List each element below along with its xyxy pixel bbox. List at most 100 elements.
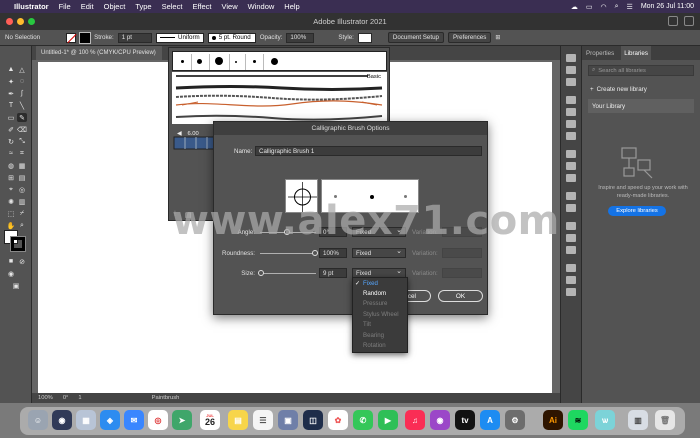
maps-icon[interactable]: ➤ [172, 410, 192, 430]
menu-object[interactable]: Object [104, 2, 126, 11]
battery-icon[interactable]: ▭ [586, 3, 593, 11]
system-preferences-icon[interactable]: ⚙ [505, 410, 525, 430]
option-random[interactable]: Random [353, 288, 407, 298]
variable-width-profile[interactable]: Uniform [155, 32, 204, 43]
explore-libraries-button[interactable]: Explore libraries [608, 206, 666, 216]
brush-tip-4[interactable] [235, 61, 237, 63]
calendar-icon[interactable]: JUL 26 [200, 410, 220, 430]
align-panel-icon[interactable] [566, 234, 576, 242]
spotify-icon[interactable]: ≋ [568, 410, 588, 430]
swatches-panel-icon[interactable] [566, 108, 576, 116]
style-swatch[interactable] [357, 32, 372, 43]
eyedropper-icon[interactable]: ⌖ [6, 185, 16, 194]
pathfinder-panel-icon[interactable] [566, 246, 576, 254]
brushes-panel-icon[interactable] [566, 120, 576, 128]
paintbrush-tool-icon[interactable]: ✎ [17, 113, 27, 122]
zoom-tool-icon[interactable]: ⌕ [17, 221, 27, 230]
zoom-icon[interactable] [28, 18, 35, 25]
stroke-weight-field[interactable]: 1 pt [117, 32, 152, 43]
gradient-panel-icon[interactable] [566, 162, 576, 170]
menu-file[interactable]: File [59, 2, 71, 11]
magic-wand-icon[interactable]: ✦ [6, 77, 16, 86]
apple-tv-icon[interactable]: tv [455, 410, 475, 430]
slice-tool-icon[interactable]: ⌿ [17, 209, 27, 218]
brush-tip-1[interactable] [181, 60, 184, 63]
music-icon[interactable]: ♫ [405, 410, 425, 430]
app-menu[interactable]: Illustrator [14, 2, 49, 11]
curvature-tool-icon[interactable]: ∫ [17, 89, 27, 98]
wunderlist-icon[interactable]: ѡ [595, 410, 615, 430]
launchpad-icon[interactable]: ▦ [76, 410, 96, 430]
selection-tool-icon[interactable]: ▲ [6, 65, 16, 74]
create-library-button[interactable]: + Create new library [590, 86, 700, 93]
mail-icon[interactable]: ✉ [124, 410, 144, 430]
brush-tip-6[interactable] [271, 58, 278, 65]
transform-panel-icon[interactable] [566, 222, 576, 230]
draw-mode-icon[interactable]: ◉ [6, 269, 16, 278]
color-mode-icon[interactable]: ■ [6, 257, 16, 266]
blend-tool-icon[interactable]: ◎ [17, 185, 27, 194]
app-store-icon[interactable]: A [480, 410, 500, 430]
size-slider[interactable] [260, 273, 316, 274]
safari-icon[interactable]: ◈ [100, 410, 120, 430]
menu-window[interactable]: Window [248, 2, 275, 11]
stroke-swatch[interactable] [79, 31, 92, 44]
roundness-slider-knob[interactable] [312, 250, 318, 256]
roundness-slider[interactable] [260, 253, 316, 254]
mesh-tool-icon[interactable]: ⊞ [6, 173, 16, 182]
brush-definition[interactable]: 5 pt. Round [207, 32, 256, 43]
artboard-number[interactable]: 1 [78, 395, 81, 401]
line-tool-icon[interactable]: ╲ [17, 101, 27, 110]
brush-tip-2[interactable] [197, 59, 202, 64]
option-fixed[interactable]: Fixed [353, 278, 407, 288]
pen-tool-icon[interactable]: ✒ [6, 89, 16, 98]
preferences-button[interactable]: Preferences [447, 32, 492, 43]
your-library-item[interactable]: Your Library [588, 99, 694, 113]
messages-icon[interactable]: ✆ [353, 410, 373, 430]
screen-mode-icon[interactable]: ▣ [11, 281, 21, 290]
none-color-icon[interactable]: ⊘ [17, 257, 27, 266]
menu-select[interactable]: Select [162, 2, 183, 11]
search-icon[interactable]: ⌕ [615, 3, 619, 11]
library-search-input[interactable]: ⌕ Search all libraries [588, 65, 694, 76]
share-icon[interactable] [668, 16, 678, 26]
opacity-field[interactable]: 100% [286, 32, 315, 43]
hand-tool-icon[interactable]: ✋ [6, 221, 16, 230]
ok-button[interactable]: OK [438, 290, 483, 302]
properties-panel-icon[interactable] [566, 54, 576, 62]
perspective-grid-icon[interactable]: ▦ [17, 161, 27, 170]
arrange-icon[interactable]: ⊞ [495, 34, 500, 41]
lasso-icon[interactable]: ◌ [17, 77, 27, 86]
roundness-mode-select[interactable]: Fixed [352, 247, 406, 258]
transparency-panel-icon[interactable] [566, 174, 576, 182]
gradient-tool-icon[interactable]: ▤ [17, 173, 27, 182]
photos-icon[interactable]: ✿ [328, 410, 348, 430]
menu-help[interactable]: Help [284, 2, 299, 11]
artboard-tool-icon[interactable]: ⬚ [6, 209, 16, 218]
libraries-panel-icon[interactable] [566, 78, 576, 86]
menu-view[interactable]: View [221, 2, 237, 11]
photo-booth-icon[interactable]: ▣ [278, 410, 298, 430]
brush-tip-3[interactable] [215, 57, 223, 65]
trash-icon[interactable]: 🗑 [655, 410, 675, 430]
wifi-icon[interactable]: ◠ [601, 3, 607, 11]
opentype-panel-icon[interactable] [566, 288, 576, 296]
siri-icon[interactable]: ◉ [52, 410, 72, 430]
tab-libraries[interactable]: Libraries [621, 46, 651, 60]
appearance-panel-icon[interactable] [566, 192, 576, 200]
graph-tool-icon[interactable]: ▥ [17, 197, 27, 206]
symbols-panel-icon[interactable] [566, 132, 576, 140]
layers-panel-icon[interactable] [566, 66, 576, 74]
zoom-level[interactable]: 100% [38, 395, 53, 401]
stroke-color-icon[interactable] [10, 236, 26, 252]
type-tool-icon[interactable]: T [6, 101, 16, 110]
control-center-icon[interactable]: ☰ [627, 3, 633, 11]
preview-icon[interactable]: ◫ [303, 410, 323, 430]
rectangle-tool-icon[interactable]: ▭ [6, 113, 16, 122]
close-icon[interactable] [6, 18, 13, 25]
brush-name-input[interactable]: Calligraphic Brush 1 [255, 146, 482, 156]
shaper-tool-icon[interactable]: ✐ [6, 125, 16, 134]
graphic-styles-icon[interactable] [566, 204, 576, 212]
eraser-tool-icon[interactable]: ⌫ [17, 125, 27, 134]
fill-swatch[interactable] [66, 32, 77, 43]
